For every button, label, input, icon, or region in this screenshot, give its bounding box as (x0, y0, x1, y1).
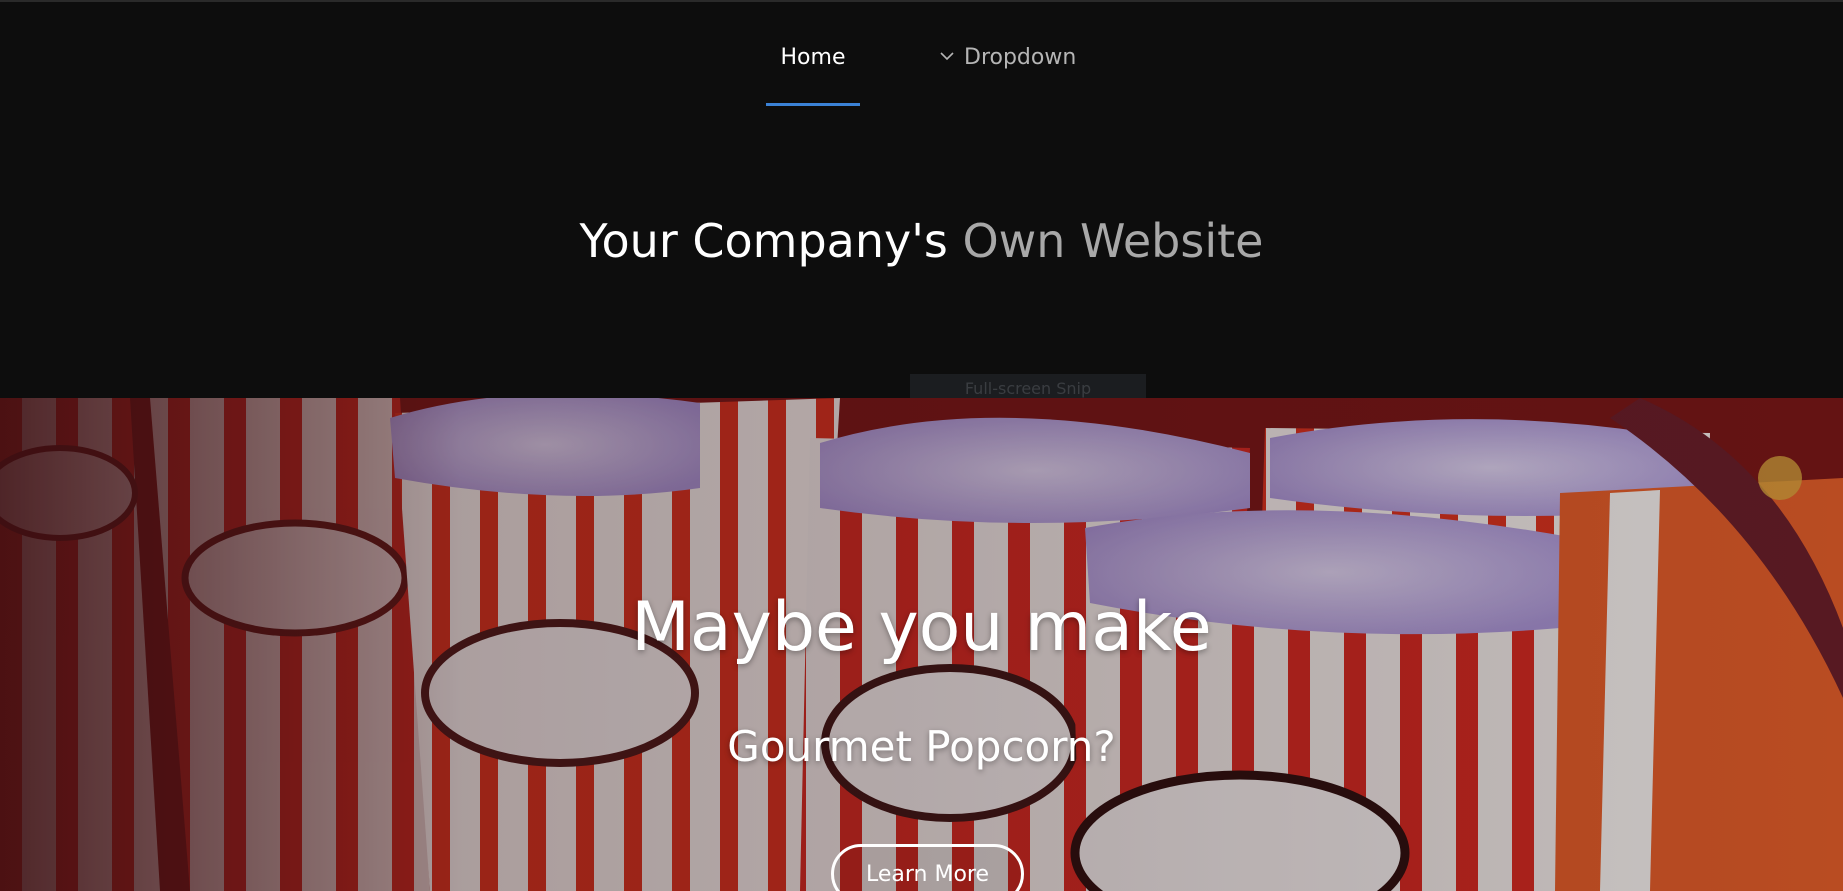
nav-item-home-label: Home (780, 45, 846, 70)
snip-overlay-label: Full-screen Snip (964, 379, 1092, 398)
page: Home Dropdown Your Company's Own Website… (0, 0, 1843, 891)
nav-item-home[interactable]: Home (766, 44, 860, 106)
page-title: Your Company's Own Website (0, 213, 1843, 269)
nav-item-dropdown[interactable]: Dropdown (938, 44, 1076, 74)
hero-banner: Maybe you make Gourmet Popcorn? Learn Mo… (0, 398, 1843, 891)
chevron-down-icon (940, 52, 954, 61)
main-nav: Home Dropdown (0, 44, 1843, 106)
banner-subheading: Gourmet Popcorn? (727, 722, 1116, 771)
nav-item-dropdown-label: Dropdown (964, 45, 1077, 70)
top-border (0, 0, 1843, 2)
snip-overlay-tab[interactable]: Full-screen Snip (910, 374, 1146, 398)
page-title-strong: Your Company's (579, 214, 948, 268)
learn-more-button[interactable]: Learn More (831, 844, 1024, 891)
banner-heading: Maybe you make (631, 588, 1212, 667)
active-indicator (766, 103, 860, 106)
page-title-light: Own Website (962, 214, 1264, 268)
